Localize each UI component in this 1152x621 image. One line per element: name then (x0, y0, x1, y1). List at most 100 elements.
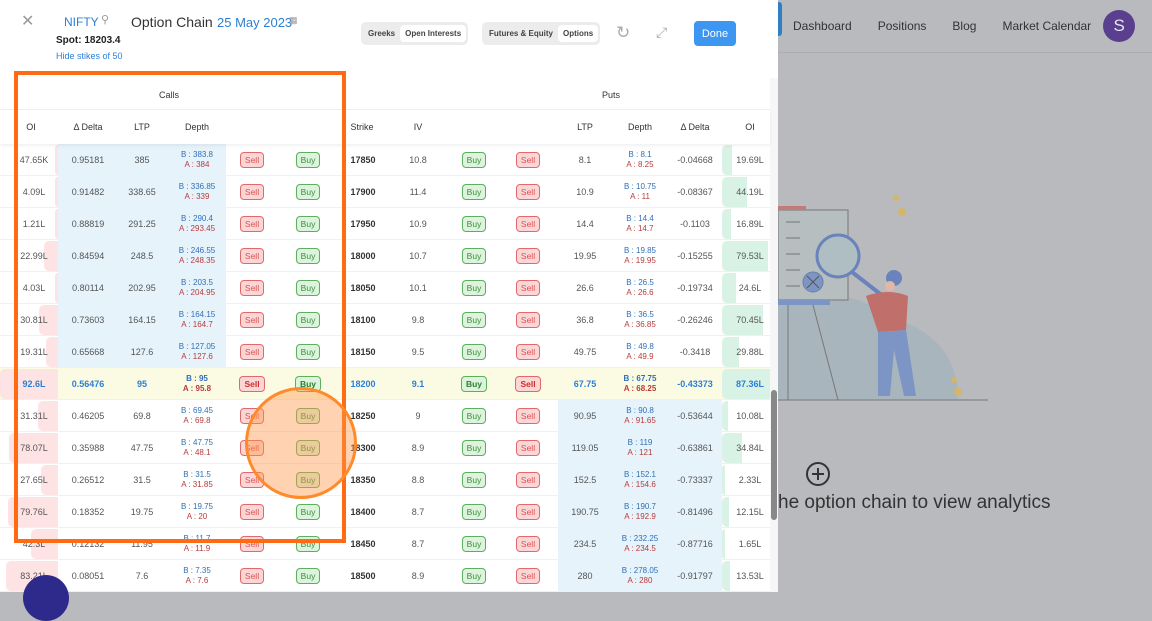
call-buy-button[interactable]: Buy (295, 280, 321, 296)
call-buy-button[interactable]: Buy (295, 216, 321, 232)
search-icon[interactable]: ⚲ (101, 13, 109, 26)
put-oi: 2.33L (738, 475, 762, 485)
call-bid: B : 336.85 (178, 182, 216, 191)
add-circle-icon[interactable] (804, 460, 832, 488)
put-sell-button[interactable]: Sell (515, 280, 541, 296)
call-buy-button[interactable]: Buy (295, 472, 321, 488)
toggle-futures-equity[interactable]: Futures & Equity (484, 25, 558, 42)
put-sell-button[interactable]: Sell (515, 472, 541, 488)
call-sell-button[interactable]: Sell (239, 440, 265, 456)
expand-icon[interactable]: ⤢ (656, 24, 667, 41)
expiry-date[interactable]: 25 May 2023 (217, 15, 292, 30)
put-depth: B : 152.1 A : 154.6 (612, 464, 668, 496)
put-buy-button[interactable]: Buy (461, 312, 487, 328)
put-buy-button[interactable]: Buy (461, 344, 487, 360)
symbol-selector[interactable]: NIFTY (64, 15, 99, 29)
toggle-greeks[interactable]: Greeks (363, 25, 400, 42)
call-sell-button[interactable]: Sell (239, 312, 265, 328)
put-buy-button[interactable]: Buy (461, 280, 487, 296)
scrollbar-thumb[interactable] (771, 390, 777, 520)
put-sell-button[interactable]: Sell (515, 408, 541, 424)
call-sell-button[interactable]: Sell (239, 472, 265, 488)
call-buy-button[interactable]: Buy (295, 248, 321, 264)
call-ltp: 291.25 (128, 219, 156, 229)
put-buy-button[interactable]: Buy (461, 152, 487, 168)
put-oi: 79.53L (736, 251, 764, 261)
nav-dashboard[interactable]: Dashboard (793, 19, 852, 33)
call-ask: A : 20 (186, 512, 208, 521)
call-sell-button[interactable]: Sell (239, 536, 265, 552)
put-sell-button[interactable]: Sell (515, 504, 541, 520)
put-sell-button[interactable]: Sell (515, 184, 541, 200)
call-sell-button[interactable]: Sell (239, 376, 265, 392)
call-sell-button[interactable]: Sell (239, 184, 265, 200)
hide-strikes-link[interactable]: Hide stikes of 50 (56, 51, 123, 61)
call-sell-button[interactable]: Sell (239, 248, 265, 264)
call-sell-button[interactable]: Sell (239, 344, 265, 360)
put-buy-button[interactable]: Buy (460, 376, 488, 392)
refresh-icon[interactable]: ↻ (616, 23, 630, 43)
toggle-options[interactable]: Options (558, 25, 599, 42)
put-oi: 87.36L (735, 379, 765, 389)
group-header: Calls Puts (0, 78, 770, 110)
put-buy-button[interactable]: Buy (461, 248, 487, 264)
put-buy-button[interactable]: Buy (461, 472, 487, 488)
floating-action-button[interactable] (23, 575, 69, 621)
call-sell-button[interactable]: Sell (239, 152, 265, 168)
strike-price: 18400 (350, 507, 376, 517)
put-sell-button[interactable]: Sell (515, 440, 541, 456)
done-button[interactable]: Done (694, 21, 736, 46)
table-row: 4.03L 0.80114 202.95 B : 203.5 A : 204.95 Sel… (0, 272, 770, 304)
call-buy-button[interactable]: Buy (295, 536, 321, 552)
call-sell-button[interactable]: Sell (239, 408, 265, 424)
puts-group-label: Puts (602, 90, 621, 100)
put-ask: A : 8.25 (626, 160, 654, 169)
call-sell-button[interactable]: Sell (239, 504, 265, 520)
put-sell-button[interactable]: Sell (515, 152, 541, 168)
call-buy-button[interactable]: Buy (295, 408, 321, 424)
put-sell-button[interactable]: Sell (515, 248, 541, 264)
put-ltp: 10.9 (576, 187, 594, 197)
put-delta: -0.87716 (677, 539, 713, 549)
call-buy-button[interactable]: Buy (294, 376, 322, 392)
call-buy-button[interactable]: Buy (295, 184, 321, 200)
put-delta: -0.1103 (680, 219, 710, 229)
call-buy-button[interactable]: Buy (295, 504, 321, 520)
call-depth: B : 290.4 A : 293.45 (170, 208, 224, 240)
call-sell-button[interactable]: Sell (239, 280, 265, 296)
toggle-open-interests[interactable]: Open Interests (400, 25, 467, 42)
call-buy-button[interactable]: Buy (295, 344, 321, 360)
iv-value: 8.7 (411, 507, 425, 517)
call-buy-button[interactable]: Buy (295, 440, 321, 456)
put-oi: 44.19L (736, 187, 764, 197)
put-sell-button[interactable]: Sell (515, 216, 541, 232)
nav-blog[interactable]: Blog (952, 19, 976, 33)
put-sell-button[interactable]: Sell (515, 536, 541, 552)
put-buy-button[interactable]: Buy (461, 184, 487, 200)
put-oi-bar (722, 529, 725, 559)
put-sell-button[interactable]: Sell (515, 344, 541, 360)
put-sell-button[interactable]: Sell (515, 312, 541, 328)
put-buy-button[interactable]: Buy (461, 504, 487, 520)
nav-positions[interactable]: Positions (878, 19, 927, 33)
call-buy-button[interactable]: Buy (295, 312, 321, 328)
call-sell-button[interactable]: Sell (239, 216, 265, 232)
strike-price: 18050 (350, 283, 376, 293)
call-buy-button[interactable]: Buy (295, 568, 321, 584)
put-sell-button[interactable]: Sell (515, 568, 541, 584)
nav-market-calendar[interactable]: Market Calendar (1002, 19, 1091, 33)
put-sell-button[interactable]: Sell (515, 376, 541, 392)
table-row: 1.21L 0.88819 291.25 B : 290.4 A : 293.45 Sel… (0, 208, 770, 240)
put-buy-button[interactable]: Buy (461, 408, 487, 424)
call-sell-button[interactable]: Sell (239, 568, 265, 584)
put-buy-button[interactable]: Buy (461, 440, 487, 456)
avatar[interactable]: S (1103, 10, 1136, 42)
put-buy-button[interactable]: Buy (461, 568, 487, 584)
call-buy-button[interactable]: Buy (295, 152, 321, 168)
put-ask: A : 49.9 (626, 352, 654, 361)
put-buy-button[interactable]: Buy (461, 216, 487, 232)
close-icon[interactable]: ✕ (21, 11, 34, 31)
put-bid: B : 152.1 (623, 470, 657, 479)
calendar-icon[interactable]: ▦ (289, 15, 298, 26)
put-buy-button[interactable]: Buy (461, 536, 487, 552)
